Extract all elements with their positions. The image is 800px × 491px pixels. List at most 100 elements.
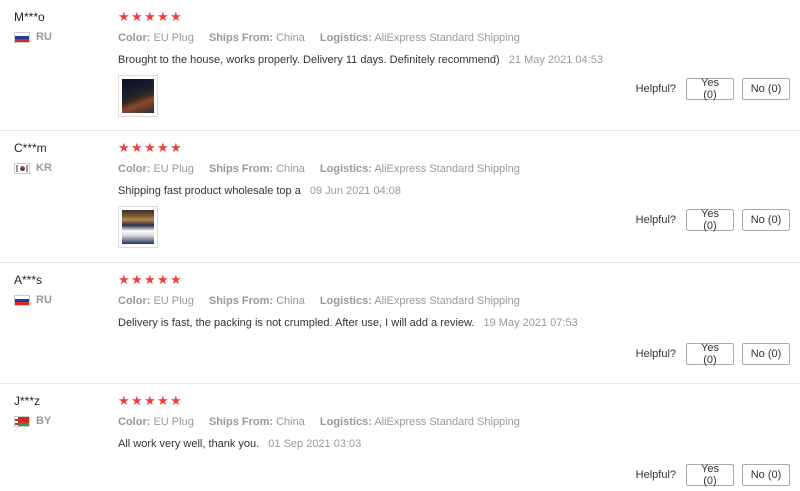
color-label: Color: (118, 416, 151, 428)
helpful-label: Helpful? (635, 469, 676, 481)
review-item: M***o RU ★★★★★ Color: EU Plug Ships From… (0, 0, 800, 131)
star-icon: ★ (131, 9, 144, 24)
helpful-no-button[interactable]: No (0) (742, 464, 790, 486)
color-value: EU Plug (153, 295, 194, 307)
south-korea-flag-icon (14, 162, 30, 174)
helpful-yes-button[interactable]: Yes (0) (686, 342, 734, 366)
star-icon: ★ (144, 393, 157, 408)
color-value: EU Plug (153, 163, 194, 175)
ships-from-label: Ships From: (208, 416, 274, 428)
star-icon: ★ (131, 393, 144, 408)
ships-from-value: China (276, 163, 305, 175)
ships-from-value: China (276, 416, 305, 428)
review-content: ★★★★★ Color: EU Plug Ships From: China L… (118, 393, 790, 451)
helpful-label: Helpful? (635, 348, 676, 360)
review-photo-thumbnail[interactable] (118, 206, 158, 248)
review-content: ★★★★★ Color: EU Plug Ships From: China L… (118, 272, 790, 330)
country-code: BY (36, 415, 52, 427)
reviewer-country: RU (14, 294, 104, 306)
helpful-yes-button[interactable]: Yes (0) (686, 77, 734, 101)
logistics-value: AliExpress Standard Shipping (374, 163, 520, 175)
review-content: ★★★★★ Color: EU Plug Ships From: China L… (118, 140, 790, 248)
star-icon: ★ (157, 9, 170, 24)
logistics-label: Logistics: (319, 416, 372, 428)
review-date: 01 Sep 2021 03:03 (268, 438, 362, 450)
review-text: Shipping fast product wholesale top a (118, 185, 301, 197)
star-icon: ★ (157, 272, 170, 287)
star-icon: ★ (118, 272, 131, 287)
review-text: Delivery is fast, the packing is not cru… (118, 317, 475, 329)
russia-flag-icon (14, 31, 30, 43)
russia-flag-icon (14, 294, 30, 306)
ships-from-label: Ships From: (208, 163, 274, 175)
star-icon: ★ (131, 140, 144, 155)
helpful-yes-button[interactable]: Yes (0) (686, 463, 734, 487)
review-photo (122, 210, 154, 244)
ships-from-value: China (276, 32, 305, 44)
country-code: RU (36, 294, 52, 306)
color-label: Color: (118, 295, 151, 307)
review-date: 19 May 2021 07:53 (483, 317, 578, 329)
reviewer-country: KR (14, 162, 104, 174)
review-content: ★★★★★ Color: EU Plug Ships From: China L… (118, 9, 790, 117)
reviewer-country: RU (14, 31, 104, 43)
logistics-label: Logistics: (319, 32, 372, 44)
reviewer-name: J***z (14, 394, 41, 408)
star-icon: ★ (170, 140, 183, 155)
star-icon: ★ (144, 9, 157, 24)
review-text: Brought to the house, works properly. De… (118, 54, 500, 66)
helpful-vote: Helpful? Yes (0) No (0) (635, 342, 790, 366)
reviewer-info: J***z BY (14, 394, 104, 427)
star-icon: ★ (170, 272, 183, 287)
ships-from-label: Ships From: (208, 295, 274, 307)
star-icon: ★ (144, 140, 157, 155)
star-rating: ★★★★★ (118, 393, 790, 409)
color-label: Color: (118, 32, 151, 44)
color-value: EU Plug (153, 32, 194, 44)
reviewer-info: A***s RU (14, 273, 104, 306)
logistics-value: AliExpress Standard Shipping (374, 32, 520, 44)
helpful-vote: Helpful? Yes (0) No (0) (636, 208, 790, 232)
logistics-label: Logistics: (319, 295, 372, 307)
star-rating: ★★★★★ (118, 9, 790, 25)
helpful-no-button[interactable]: No (0) (742, 78, 790, 100)
review-photo-thumbnail[interactable] (118, 75, 158, 117)
star-rating: ★★★★★ (118, 272, 790, 288)
reviewer-name: A***s (14, 273, 43, 287)
order-attributes: Color: EU Plug Ships From: China Logisti… (118, 31, 790, 45)
reviewer-info: M***o RU (14, 10, 104, 43)
ships-from-label: Ships From: (208, 32, 274, 44)
reviewer-name: C***m (14, 141, 47, 155)
review-text-line: All work very well, thank you. 01 Sep 20… (118, 437, 790, 451)
star-rating: ★★★★★ (118, 140, 790, 156)
helpful-no-button[interactable]: No (0) (742, 343, 790, 365)
review-text: All work very well, thank you. (118, 438, 260, 450)
helpful-yes-button[interactable]: Yes (0) (686, 208, 734, 232)
color-label: Color: (118, 163, 151, 175)
belarus-flag-icon (14, 415, 30, 427)
review-text-line: Delivery is fast, the packing is not cru… (118, 316, 790, 330)
review-photo (122, 79, 154, 113)
color-value: EU Plug (153, 416, 194, 428)
helpful-vote: Helpful? Yes (0) No (0) (635, 77, 790, 101)
helpful-vote: Helpful? Yes (0) No (0) (635, 463, 790, 487)
review-text-line: Shipping fast product wholesale top a 09… (118, 184, 790, 198)
logistics-label: Logistics: (319, 163, 372, 175)
helpful-label: Helpful? (635, 83, 676, 95)
star-icon: ★ (144, 272, 157, 287)
review-text-line: Brought to the house, works properly. De… (118, 53, 790, 67)
helpful-no-button[interactable]: No (0) (742, 209, 790, 231)
star-icon: ★ (170, 9, 183, 24)
logistics-value: AliExpress Standard Shipping (374, 416, 520, 428)
review-item: J***z BY ★★★★★ Color: EU Plug Ships From… (0, 384, 800, 491)
ships-from-value: China (276, 295, 305, 307)
logistics-value: AliExpress Standard Shipping (374, 295, 520, 307)
star-icon: ★ (170, 393, 183, 408)
order-attributes: Color: EU Plug Ships From: China Logisti… (118, 294, 790, 308)
star-icon: ★ (118, 140, 131, 155)
star-icon: ★ (157, 140, 170, 155)
review-item: A***s RU ★★★★★ Color: EU Plug Ships From… (0, 263, 800, 384)
country-code: RU (36, 31, 52, 43)
reviewer-country: BY (14, 415, 104, 427)
country-code: KR (36, 162, 52, 174)
